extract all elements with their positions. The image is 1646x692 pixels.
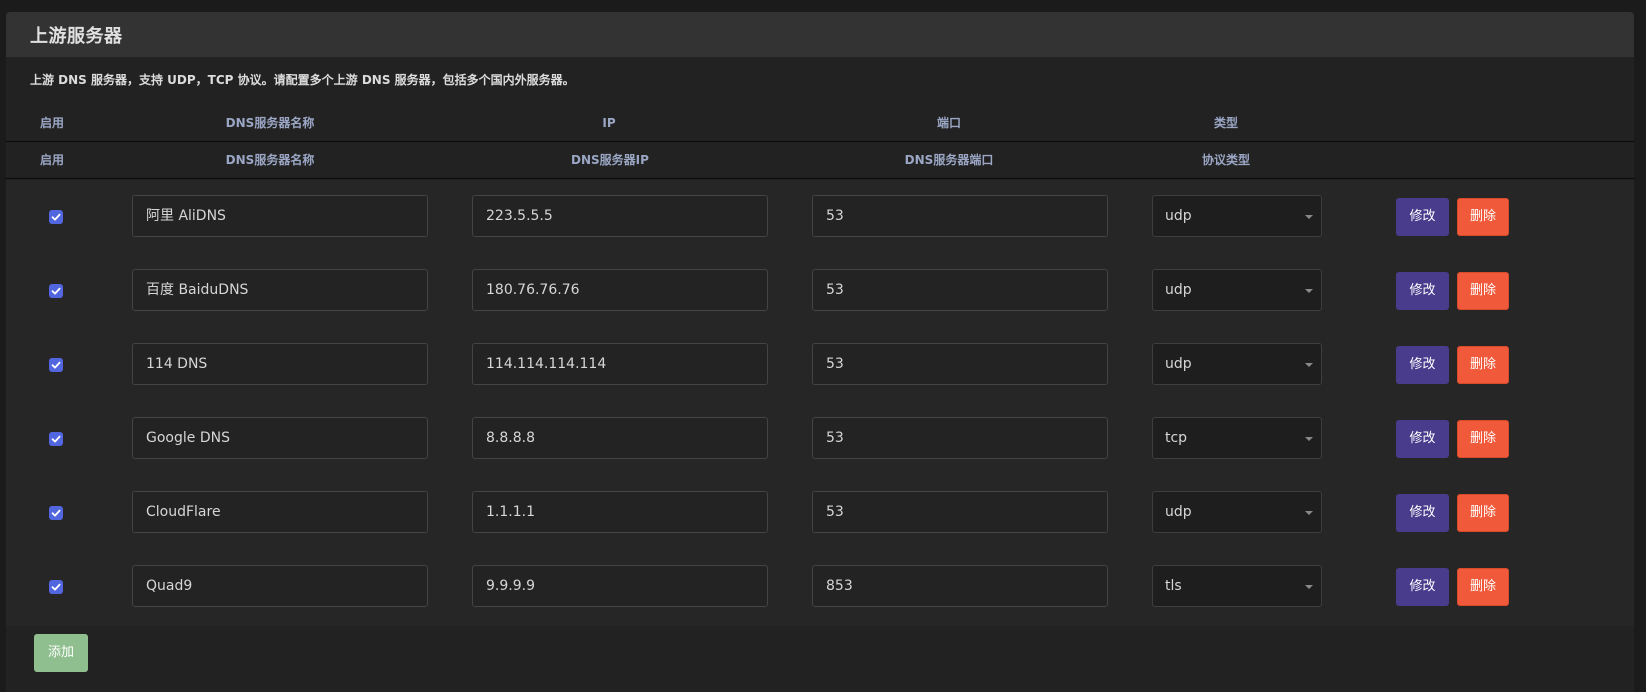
chevron-down-icon <box>1305 585 1313 589</box>
chevron-down-icon <box>1305 511 1313 515</box>
table-row: CloudFlare 1.1.1.1 53 udp 修改 删除 <box>6 476 1634 550</box>
table-row: 114 DNS 114.114.114.114 53 udp 修改 删除 <box>6 328 1634 402</box>
delete-button[interactable]: 删除 <box>1457 494 1509 532</box>
header-name: DNS服务器名称 <box>225 116 315 130</box>
table-row: Quad9 9.9.9.9 853 tls 修改 删除 <box>6 550 1634 624</box>
protocol-select[interactable]: udp <box>1152 269 1322 311</box>
server-port-input[interactable]: 53 <box>812 417 1108 459</box>
server-name-input[interactable]: CloudFlare <box>132 491 428 533</box>
server-name-input[interactable]: Quad9 <box>132 565 428 607</box>
protocol-select[interactable]: udp <box>1152 343 1322 385</box>
protocol-value: tls <box>1165 578 1182 594</box>
protocol-select[interactable]: tcp <box>1152 417 1322 459</box>
enabled-checkbox[interactable] <box>49 284 63 298</box>
server-ip-input[interactable]: 9.9.9.9 <box>472 565 768 607</box>
enabled-checkbox[interactable] <box>49 210 63 224</box>
server-ip-input[interactable]: 114.114.114.114 <box>472 343 768 385</box>
protocol-select[interactable]: udp <box>1152 195 1322 237</box>
header-type: 协议类型 <box>1201 153 1251 167</box>
header-type: 类型 <box>1213 116 1239 130</box>
chevron-down-icon <box>1305 437 1313 441</box>
header-port: 端口 <box>936 116 962 130</box>
server-port-input[interactable]: 853 <box>812 565 1108 607</box>
protocol-value: udp <box>1165 282 1192 298</box>
protocol-select[interactable]: tls <box>1152 565 1322 607</box>
delete-button[interactable]: 删除 <box>1457 420 1509 458</box>
server-name-input[interactable]: 114 DNS <box>132 343 428 385</box>
delete-button[interactable]: 删除 <box>1457 272 1509 310</box>
table-header-primary: 启用 DNS服务器名称 IP 端口 类型 <box>6 105 1634 142</box>
protocol-select[interactable]: udp <box>1152 491 1322 533</box>
check-icon <box>51 287 61 295</box>
server-port-input[interactable]: 53 <box>812 195 1108 237</box>
delete-button[interactable]: 删除 <box>1457 198 1509 236</box>
server-list: 阿里 AliDNS 223.5.5.5 53 udp 修改 删除 百度 Baid… <box>6 180 1634 626</box>
page-gutter <box>1634 0 1646 692</box>
check-icon <box>51 509 61 517</box>
enabled-checkbox[interactable] <box>49 506 63 520</box>
server-ip-input[interactable]: 1.1.1.1 <box>472 491 768 533</box>
server-port-input[interactable]: 53 <box>812 343 1108 385</box>
header-port: DNS服务器端口 <box>904 153 994 167</box>
header-enabled: 启用 <box>39 153 65 167</box>
delete-button[interactable]: 删除 <box>1457 568 1509 606</box>
table-row: 百度 BaiduDNS 180.76.76.76 53 udp 修改 删除 <box>6 254 1634 328</box>
enabled-checkbox[interactable] <box>49 580 63 594</box>
check-icon <box>51 213 61 221</box>
panel-header: 上游服务器 <box>6 12 1634 57</box>
header-ip: DNS服务器IP <box>571 153 649 167</box>
edit-button[interactable]: 修改 <box>1396 346 1449 384</box>
protocol-value: udp <box>1165 208 1192 224</box>
panel-description: 上游 DNS 服务器，支持 UDP，TCP 协议。请配置多个上游 DNS 服务器… <box>30 73 575 87</box>
check-icon <box>51 583 61 591</box>
edit-button[interactable]: 修改 <box>1396 198 1449 236</box>
protocol-value: tcp <box>1165 430 1188 446</box>
enabled-checkbox[interactable] <box>49 432 63 446</box>
upstream-servers-panel: 上游服务器 上游 DNS 服务器，支持 UDP，TCP 协议。请配置多个上游 D… <box>6 12 1634 692</box>
edit-button[interactable]: 修改 <box>1396 494 1449 532</box>
check-icon <box>51 435 61 443</box>
chevron-down-icon <box>1305 289 1313 293</box>
edit-button[interactable]: 修改 <box>1396 568 1449 606</box>
add-server-button[interactable]: 添加 <box>34 634 88 672</box>
chevron-down-icon <box>1305 215 1313 219</box>
server-ip-input[interactable]: 223.5.5.5 <box>472 195 768 237</box>
table-row: 阿里 AliDNS 223.5.5.5 53 udp 修改 删除 <box>6 180 1634 254</box>
table-header-secondary: 启用 DNS服务器名称 DNS服务器IP DNS服务器端口 协议类型 <box>6 142 1634 179</box>
header-enabled: 启用 <box>39 116 65 130</box>
server-name-input[interactable]: Google DNS <box>132 417 428 459</box>
panel-title: 上游服务器 <box>30 25 123 47</box>
server-port-input[interactable]: 53 <box>812 491 1108 533</box>
check-icon <box>51 361 61 369</box>
server-port-input[interactable]: 53 <box>812 269 1108 311</box>
server-ip-input[interactable]: 180.76.76.76 <box>472 269 768 311</box>
chevron-down-icon <box>1305 363 1313 367</box>
header-ip: IP <box>602 116 616 130</box>
edit-button[interactable]: 修改 <box>1396 420 1449 458</box>
delete-button[interactable]: 删除 <box>1457 346 1509 384</box>
edit-button[interactable]: 修改 <box>1396 272 1449 310</box>
enabled-checkbox[interactable] <box>49 358 63 372</box>
server-name-input[interactable]: 百度 BaiduDNS <box>132 269 428 311</box>
protocol-value: udp <box>1165 356 1192 372</box>
table-row: Google DNS 8.8.8.8 53 tcp 修改 删除 <box>6 402 1634 476</box>
server-ip-input[interactable]: 8.8.8.8 <box>472 417 768 459</box>
server-name-input[interactable]: 阿里 AliDNS <box>132 195 428 237</box>
protocol-value: udp <box>1165 504 1192 520</box>
header-name: DNS服务器名称 <box>225 153 315 167</box>
